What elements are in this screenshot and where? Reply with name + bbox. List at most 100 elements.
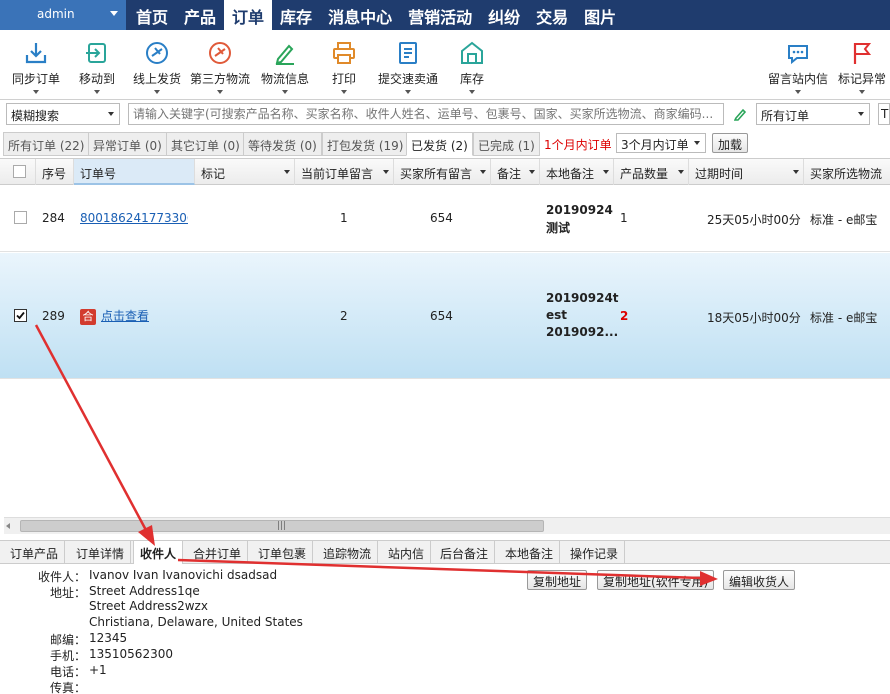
airplane-icon (146, 42, 168, 64)
row-qty: 2 (620, 309, 629, 323)
tab-order-package[interactable]: 订单包裹 (252, 541, 314, 564)
header-mark[interactable]: 标记 (195, 159, 295, 185)
third-party-logistics-button[interactable]: 第三方物流 (188, 40, 252, 94)
chevron-down-icon (108, 112, 114, 116)
chevron-down-icon (383, 170, 389, 174)
order-scope-select[interactable]: 所有订单 (756, 103, 870, 125)
header-current-msg[interactable]: 当前订单留言 (295, 159, 394, 185)
tab-order-products[interactable]: 订单产品 (4, 541, 66, 564)
row-expire: 25天05小时00分 (707, 213, 801, 227)
order-number-link[interactable]: 80018624177330627 (80, 211, 188, 225)
header-remark[interactable]: 备注 (491, 159, 540, 185)
chevron-down-icon (154, 90, 160, 94)
row-checkbox[interactable] (14, 211, 27, 224)
pencil-icon[interactable] (734, 107, 748, 121)
one-month-orders-link[interactable]: 1个月内订单 (540, 132, 616, 156)
row-checkbox[interactable] (14, 309, 27, 322)
menu-order[interactable]: 订单 (224, 0, 273, 30)
table-row[interactable]: 289 合点击查看 2 654 20190924t est 2019092...… (0, 253, 890, 379)
menu-home[interactable]: 首页 (128, 0, 176, 30)
menu-dispute[interactable]: 纠纷 (480, 0, 528, 30)
extra-select[interactable]: T (878, 103, 890, 125)
row-seq: 289 (42, 309, 65, 323)
submit-sumaitong-button[interactable]: 提交速卖通 (376, 40, 440, 94)
copy-address-software-button[interactable]: 复制地址(软件专用) (597, 570, 715, 590)
chevron-down-icon (341, 90, 347, 94)
header-seq[interactable]: 序号 (36, 159, 74, 185)
logistics-info-label: 物流信息 (260, 72, 309, 86)
tab-site-message[interactable]: 站内信 (382, 541, 432, 564)
submit-sumaitong-label: 提交速卖通 (377, 72, 438, 86)
header-expire[interactable]: 过期时间 (689, 159, 804, 185)
header-local-remark[interactable]: 本地备注 (540, 159, 614, 185)
edit-recipient-button[interactable]: 编辑收货人 (723, 570, 796, 590)
header-buyer-logistics[interactable]: 买家所选物流 (804, 159, 890, 185)
search-mode-select[interactable]: 模糊搜索 (6, 103, 120, 125)
stock-label: 库存 (459, 72, 484, 86)
row-buyer-msg: 654 (430, 211, 453, 225)
mark-exception-button[interactable]: 标记异常 (836, 40, 888, 94)
order-grid: 序号 订单号 标记 当前订单留言 买家所有留言 备注 本地备注 产品数量 过期时… (0, 158, 890, 540)
check-icon (16, 311, 25, 320)
tab-waiting-ship[interactable]: 等待发货 (0) (243, 132, 322, 156)
tab-shipped[interactable]: 已发货 (2) (406, 132, 473, 156)
header-order-no[interactable]: 订单号 (74, 159, 195, 185)
merged-order-cell: 合点击查看 (80, 307, 149, 325)
tab-backend-remark[interactable]: 后台备注 (434, 541, 496, 564)
print-button[interactable]: 打印 (326, 40, 362, 94)
chevron-down-icon (33, 90, 39, 94)
main-menu: 首页 产品 订单 库存 消息中心 营销活动 纠纷 交易 图片 (128, 0, 624, 30)
tab-order-detail[interactable]: 订单详情 (70, 541, 132, 564)
tab-merge-order[interactable]: 合并订单 (187, 541, 249, 564)
stock-button[interactable]: 库存 (454, 40, 490, 94)
printer-icon (333, 42, 355, 64)
time-range-select[interactable]: 3个月内订单 (616, 133, 706, 153)
address-line-3: Christiana, Delaware, United States (89, 615, 303, 629)
table-row[interactable]: 284 80018624177330627 1 654 20190924 测试 … (0, 186, 890, 252)
logistics-info-button[interactable]: 物流信息 (258, 40, 312, 94)
tab-local-remark[interactable]: 本地备注 (499, 541, 561, 564)
third-party-logistics-label: 第三方物流 (189, 72, 250, 86)
chevron-down-icon (282, 90, 288, 94)
search-input[interactable] (128, 103, 724, 125)
select-all-checkbox[interactable] (13, 165, 26, 178)
chevron-down-icon (405, 90, 411, 94)
address-label: 地址： (49, 586, 86, 600)
user-menu[interactable]: admin (0, 0, 126, 30)
menu-product[interactable]: 产品 (176, 0, 224, 30)
tab-all-orders[interactable]: 所有订单 (22) (3, 132, 90, 156)
flag-icon (853, 43, 872, 64)
header-select-all[interactable] (0, 159, 36, 185)
copy-address-button[interactable]: 复制地址 (527, 570, 588, 590)
detail-tabs: 订单产品 订单详情 收件人 合并订单 订单包裹 追踪物流 站内信 后台备注 本地… (0, 540, 890, 564)
tab-packing-ship[interactable]: 打包发货 (19) (322, 132, 409, 156)
load-button[interactable]: 加载 (712, 133, 749, 153)
tab-other-orders[interactable]: 其它订单 (0) (166, 132, 245, 156)
scrollbar-thumb[interactable]: ||| (20, 520, 544, 532)
scroll-left-icon[interactable] (6, 523, 10, 529)
menu-marketing[interactable]: 营销活动 (400, 0, 480, 30)
tab-recipient[interactable]: 收件人 (133, 541, 184, 564)
menu-message-center[interactable]: 消息中心 (320, 0, 400, 30)
chevron-down-icon (793, 170, 799, 174)
tab-completed[interactable]: 已完成 (1) (473, 132, 540, 156)
view-detail-link[interactable]: 点击查看 (101, 309, 149, 323)
online-ship-button[interactable]: 线上发货 (130, 40, 184, 94)
message-button[interactable]: 留言站内信 (766, 40, 830, 94)
chevron-down-icon (858, 112, 864, 116)
sync-order-button[interactable]: 同步订单 (8, 40, 64, 94)
tab-exception-orders[interactable]: 异常订单 (0) (88, 132, 167, 156)
menu-trade[interactable]: 交易 (528, 0, 576, 30)
row-current-msg: 1 (340, 211, 348, 225)
menu-image[interactable]: 图片 (576, 0, 624, 30)
header-buyer-msg[interactable]: 买家所有留言 (394, 159, 491, 185)
move-to-button[interactable]: 移动到 (74, 40, 120, 94)
menu-stock[interactable]: 库存 (272, 0, 320, 30)
header-qty[interactable]: 产品数量 (614, 159, 689, 185)
header-mark-label: 标记 (201, 167, 226, 181)
address-line-1: Street Address1qe (89, 584, 200, 598)
tab-track-logistics[interactable]: 追踪物流 (317, 541, 379, 564)
row-seq: 284 (42, 211, 65, 225)
horizontal-scrollbar[interactable]: ||| (4, 517, 890, 534)
tab-operation-log[interactable]: 操作记录 (564, 541, 626, 564)
